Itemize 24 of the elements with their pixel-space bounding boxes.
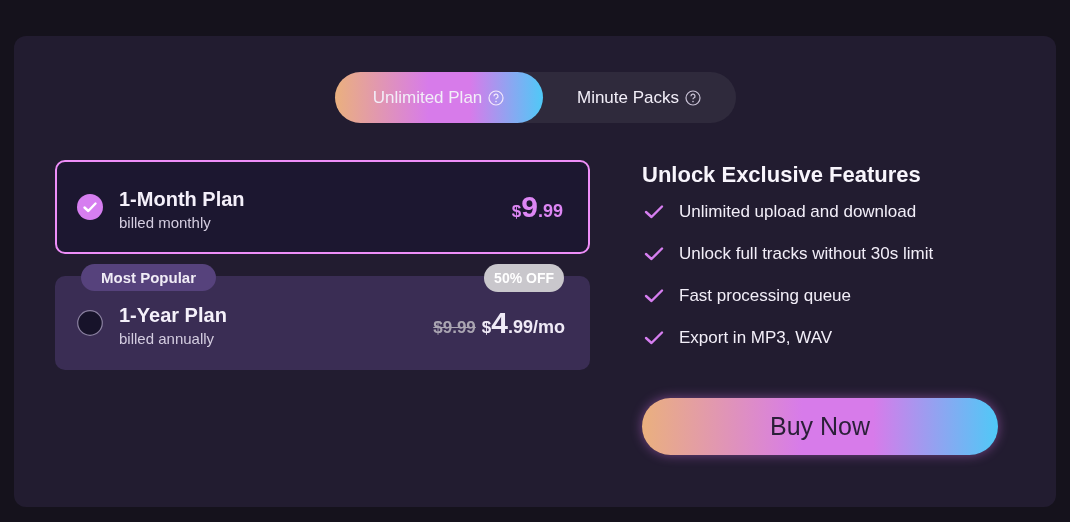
plan-option[interactable]: 1-Month Plan billed monthly $9.99 — [55, 160, 590, 254]
checkmark-icon — [644, 204, 664, 220]
checkmark-icon — [644, 330, 664, 346]
checkmark-icon — [644, 246, 664, 262]
old-price: $9.99 — [433, 318, 476, 338]
billing-period: billed monthly — [119, 213, 212, 231]
buy-now-button[interactable]: Buy Now — [642, 398, 998, 455]
plan-tab[interactable]: Minute Packs — [542, 72, 736, 123]
plan-name: 1-Month Plan — [119, 187, 246, 211]
plan-price: $4.99/mo — [481, 306, 565, 340]
popular-badge: Most Popular — [81, 264, 216, 291]
checkmark-icon — [644, 288, 664, 304]
help-icon[interactable] — [685, 89, 701, 106]
feature-text: Unlock full tracks without 30s limit — [679, 244, 934, 264]
plan-price: $9.99 — [511, 190, 563, 224]
discount-badge: 50% OFF — [484, 264, 564, 292]
feature-text: Fast processing queue — [679, 286, 851, 306]
billing-period: billed annually — [119, 329, 216, 347]
feature-text: Export in MP3, WAV — [679, 328, 833, 348]
radio-button[interactable] — [77, 310, 103, 336]
check-circle-icon[interactable] — [77, 194, 103, 220]
feature-text: Unlimited upload and download — [679, 202, 917, 222]
features-title: Unlock Exclusive Features — [642, 162, 922, 188]
plan-name: 1-Year Plan — [119, 303, 228, 327]
